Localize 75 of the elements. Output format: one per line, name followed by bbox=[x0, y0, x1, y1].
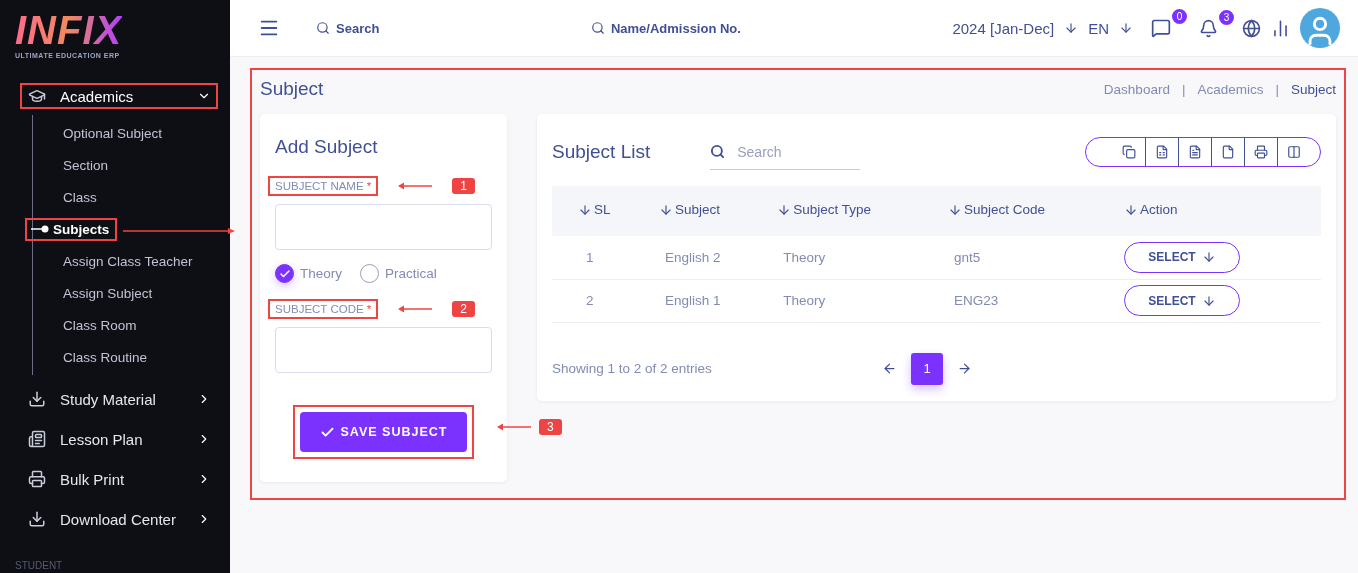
select-button[interactable]: SELECT bbox=[1124, 241, 1241, 273]
callout-number: 3 bbox=[539, 419, 562, 435]
card-title: Add Subject bbox=[275, 136, 379, 158]
search-field[interactable]: Search bbox=[316, 20, 380, 36]
card-title: Subject List bbox=[552, 141, 651, 163]
avatar[interactable] bbox=[1300, 8, 1340, 48]
notification-count: 3 bbox=[1217, 7, 1236, 27]
sidebar-item[interactable]: Bulk Print bbox=[20, 459, 218, 499]
chat-icon[interactable] bbox=[1151, 18, 1171, 38]
sidebar-item[interactable]: Academics bbox=[20, 83, 218, 109]
arrow-left-icon[interactable] bbox=[882, 361, 897, 376]
table-cell: 1 bbox=[552, 236, 649, 279]
globe-icon[interactable] bbox=[1242, 18, 1261, 38]
search-field[interactable]: Name/Admission No. bbox=[590, 20, 741, 36]
field-label: SUBJECT NAME * bbox=[268, 176, 379, 196]
radio-button[interactable] bbox=[360, 264, 380, 283]
column-header[interactable]: Subject Type bbox=[767, 186, 938, 236]
callout-number: 2 bbox=[452, 301, 475, 317]
sidebar-item[interactable]: Study Material bbox=[20, 379, 218, 419]
sidebar-subitem[interactable]: Class Routine bbox=[57, 345, 156, 369]
input-field[interactable] bbox=[275, 204, 492, 250]
bell-icon[interactable] bbox=[1199, 18, 1218, 38]
graduation-cap-icon bbox=[28, 87, 46, 105]
message-count: 0 bbox=[1170, 7, 1189, 26]
sidebar-subitem[interactable]: Assign Class Teacher bbox=[57, 249, 201, 273]
leader-line bbox=[398, 305, 433, 313]
column-header[interactable]: Action bbox=[1114, 186, 1321, 236]
breadcrumb-link[interactable]: Subject bbox=[1290, 81, 1336, 97]
chart-icon[interactable] bbox=[1271, 18, 1290, 38]
download-icon bbox=[28, 510, 46, 528]
table-cell: English 2 bbox=[648, 236, 768, 279]
sidebar-subitem[interactable]: Subjects bbox=[25, 217, 118, 241]
sidebar-item[interactable]: Lesson Plan bbox=[20, 419, 218, 459]
sidebar-subitem[interactable]: Assign Subject bbox=[57, 281, 161, 305]
callout-number: 1 bbox=[452, 178, 475, 194]
breadcrumb-separator: | bbox=[1181, 81, 1186, 97]
table-cell: Theory bbox=[767, 279, 938, 322]
breadcrumb-separator: | bbox=[1275, 81, 1279, 97]
sidebar-subitem[interactable]: Class Room bbox=[57, 313, 145, 337]
language-selector[interactable]: EN bbox=[1088, 19, 1109, 37]
check-icon bbox=[278, 267, 291, 280]
search-icon bbox=[590, 21, 605, 35]
bullet-icon bbox=[31, 225, 49, 233]
column-header[interactable]: SL bbox=[552, 186, 649, 236]
sort-arrow-icon bbox=[658, 202, 673, 217]
download-icon bbox=[28, 390, 46, 408]
sidebar-subitem[interactable]: Class bbox=[57, 185, 105, 209]
leader-line bbox=[497, 423, 531, 431]
list-icon bbox=[28, 430, 46, 448]
search-icon bbox=[316, 21, 330, 35]
page-title: Subject bbox=[260, 78, 324, 100]
column-header[interactable]: Subject bbox=[648, 186, 768, 236]
column-header[interactable]: Subject Code bbox=[937, 186, 1115, 236]
leader-line bbox=[398, 182, 433, 190]
table-cell: ENG23 bbox=[937, 279, 1115, 322]
section-heading: STUDENT bbox=[15, 560, 64, 573]
save-button[interactable]: SAVE SUBJECT bbox=[299, 412, 468, 452]
sidebar-subitem[interactable]: Section bbox=[57, 153, 117, 177]
table-cell: 2 bbox=[552, 279, 649, 322]
sidebar-item[interactable]: Download Center bbox=[20, 499, 218, 539]
printer-icon bbox=[28, 470, 46, 488]
table-cell: English 1 bbox=[648, 279, 768, 322]
sidebar-subitem[interactable]: Optional Subject bbox=[57, 121, 171, 145]
table-cell: Theory bbox=[767, 236, 938, 279]
entries-info: Showing 1 to 2 of 2 entries bbox=[552, 361, 713, 376]
radio-option[interactable]: Practical bbox=[360, 264, 437, 283]
search-icon bbox=[710, 144, 726, 159]
select-button[interactable]: SELECT bbox=[1124, 285, 1241, 316]
session-selector[interactable]: 2024 [Jan-Dec] bbox=[952, 19, 1055, 37]
table-cell: gnt5 bbox=[937, 236, 1115, 279]
input-field[interactable] bbox=[275, 327, 492, 373]
arrow-right-icon[interactable] bbox=[957, 361, 972, 376]
field-label: SUBJECT CODE * bbox=[268, 299, 379, 319]
radio-button[interactable] bbox=[275, 264, 294, 283]
page-button[interactable]: 1 bbox=[911, 352, 943, 385]
